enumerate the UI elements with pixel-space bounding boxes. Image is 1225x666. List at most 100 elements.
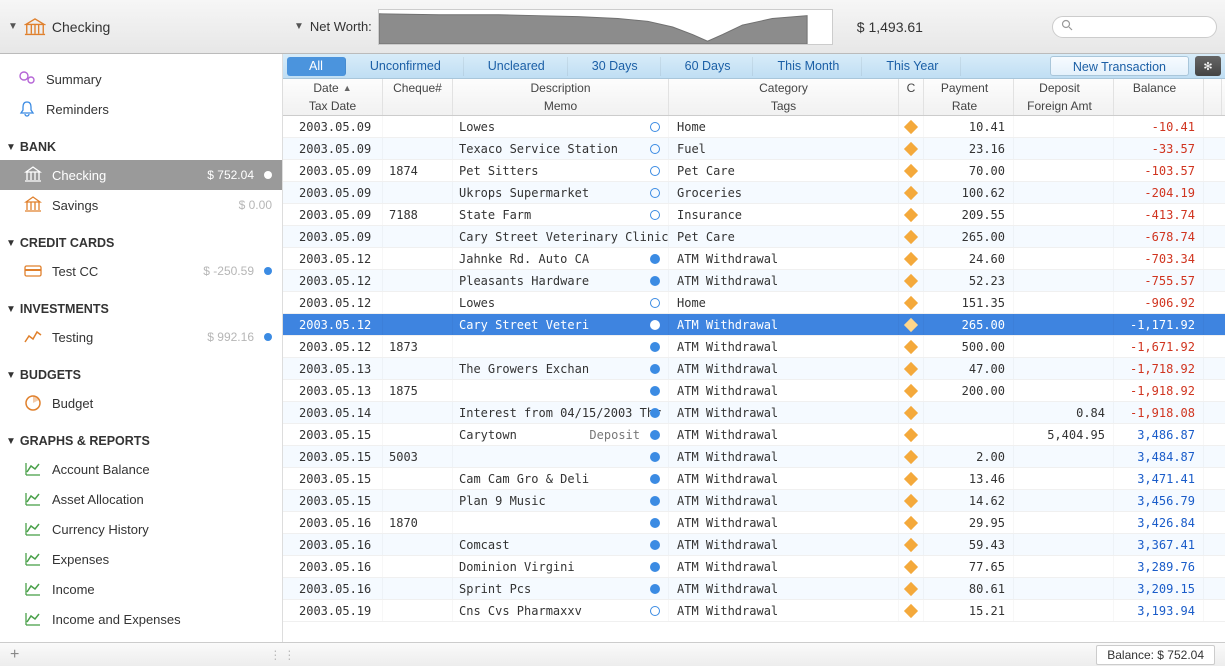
sidebar-item-checking[interactable]: Checking$ 752.04	[0, 160, 282, 190]
filter-30days[interactable]: 30 Days	[570, 57, 661, 76]
sidebar-item-testing[interactable]: Testing$ 992.16	[0, 322, 282, 352]
transaction-row[interactable]: 2003.05.12Cary Street VeteriATM Withdraw…	[283, 314, 1225, 336]
transaction-row[interactable]: 2003.05.12Pleasants HardwareATM Withdraw…	[283, 270, 1225, 292]
transaction-row[interactable]: 2003.05.161870ATM Withdrawal29.953,426.8…	[283, 512, 1225, 534]
summary-icon	[18, 70, 36, 88]
transaction-row[interactable]: 2003.05.19Cns Cvs PharmaxxvATM Withdrawa…	[283, 600, 1225, 622]
settings-button[interactable]: ✻	[1195, 56, 1221, 76]
transaction-description: Sprint Pcs	[459, 582, 531, 596]
transaction-list[interactable]: 2003.05.09LowesHome10.41-10.412003.05.09…	[283, 116, 1225, 642]
sidebar-item-net-worth[interactable]: Net Worth	[0, 634, 282, 642]
transaction-row[interactable]: 2003.05.155003ATM Withdrawal2.003,484.87	[283, 446, 1225, 468]
transaction-balance: 3,193.94	[1137, 604, 1195, 618]
cleared-diamond-icon	[904, 339, 918, 353]
sidebar-group-bank[interactable]: ▼BANK	[0, 134, 282, 160]
header-memo[interactable]: Memo	[453, 97, 669, 115]
transaction-row[interactable]: 2003.05.12LowesHome151.35-906.92	[283, 292, 1225, 314]
chevron-down-icon[interactable]: ▼	[294, 21, 304, 32]
sidebar-item-test-cc[interactable]: Test CC$ -250.59	[0, 256, 282, 286]
sidebar-item-label: Summary	[46, 72, 272, 87]
new-transaction-button[interactable]: New Transaction	[1050, 56, 1189, 76]
sidebar-item-savings[interactable]: Savings$ 0.00	[0, 190, 282, 220]
account-icon	[24, 490, 42, 508]
account-name: Checking	[52, 19, 110, 35]
transaction-row[interactable]: 2003.05.16ComcastATM Withdrawal59.433,36…	[283, 534, 1225, 556]
filter-all[interactable]: All	[287, 57, 346, 76]
transaction-row[interactable]: 2003.05.13The Growers ExchanATM Withdraw…	[283, 358, 1225, 380]
sidebar-group-budgets[interactable]: ▼BUDGETS	[0, 362, 282, 388]
sidebar-group-reports[interactable]: ▼GRAPHS & REPORTS	[0, 428, 282, 454]
transaction-row[interactable]: 2003.05.09Texaco Service StationFuel23.1…	[283, 138, 1225, 160]
transaction-row[interactable]: 2003.05.15Cam Cam Gro & DeliATM Withdraw…	[283, 468, 1225, 490]
sidebar-item-income-and-expenses[interactable]: Income and Expenses	[0, 604, 282, 634]
sidebar-item-reminders[interactable]: Reminders	[0, 94, 282, 124]
header-payment[interactable]: Payment	[924, 79, 1014, 97]
status-circle-icon	[650, 584, 660, 594]
transaction-row[interactable]: 2003.05.14Interest from 04/15/2003 ThrAT…	[283, 402, 1225, 424]
header-cleared[interactable]: C	[899, 79, 924, 97]
header-rate[interactable]: Rate	[924, 97, 1014, 115]
cleared-diamond-icon	[904, 559, 918, 573]
sidebar-group-credit[interactable]: ▼CREDIT CARDS	[0, 230, 282, 256]
header-tags[interactable]: Tags	[669, 97, 899, 115]
filter-uncleared[interactable]: Uncleared	[466, 57, 568, 76]
sidebar-item-currency-history[interactable]: Currency History	[0, 514, 282, 544]
transaction-row[interactable]: 2003.05.091874Pet SittersPet Care70.00-1…	[283, 160, 1225, 182]
transaction-description: Plan 9 Music	[459, 494, 546, 508]
cleared-diamond-icon	[904, 273, 918, 287]
disclosure-triangle-icon: ▼	[6, 436, 16, 447]
cleared-diamond-icon	[904, 163, 918, 177]
transaction-row[interactable]: 2003.05.09Ukrops SupermarketGroceries100…	[283, 182, 1225, 204]
add-button[interactable]: +	[10, 646, 19, 664]
transaction-row[interactable]: 2003.05.12Jahnke Rd. Auto CAATM Withdraw…	[283, 248, 1225, 270]
filter-unconfirmed[interactable]: Unconfirmed	[348, 57, 464, 76]
transaction-row[interactable]: 2003.05.09Cary Street Veterinary ClinicP…	[283, 226, 1225, 248]
sidebar-item-expenses[interactable]: Expenses	[0, 544, 282, 574]
cleared-diamond-icon	[904, 581, 918, 595]
filter-this-month[interactable]: This Month	[755, 57, 862, 76]
sidebar-item-asset-allocation[interactable]: Asset Allocation	[0, 484, 282, 514]
transaction-description: Cary Street Veterinary Clinic	[459, 230, 669, 244]
header-foreign[interactable]: Foreign Amt	[1014, 97, 1114, 115]
transaction-row[interactable]: 2003.05.15CarytownDepositATM Withdrawal5…	[283, 424, 1225, 446]
sidebar-item-summary[interactable]: Summary	[0, 64, 282, 94]
sidebar-item-account-balance[interactable]: Account Balance	[0, 454, 282, 484]
status-circle-icon	[650, 188, 660, 198]
sidebar-item-amount: $ -250.59	[203, 264, 254, 278]
header-category[interactable]: Category	[669, 79, 899, 97]
cleared-diamond-icon	[904, 185, 918, 199]
sidebar-item-budget[interactable]: Budget	[0, 388, 282, 418]
header-taxdate[interactable]: Tax Date	[283, 97, 383, 115]
search-input[interactable]	[1079, 20, 1208, 34]
search-field[interactable]	[1052, 16, 1217, 38]
account-icon	[24, 610, 42, 628]
net-worth-sparkline[interactable]	[378, 9, 833, 45]
sidebar: Summary Reminders ▼BANK Checking$ 752.04…	[0, 54, 283, 642]
transaction-row[interactable]: 2003.05.09LowesHome10.41-10.41	[283, 116, 1225, 138]
disclosure-triangle-icon: ▼	[6, 370, 16, 381]
account-icon	[24, 550, 42, 568]
filter-bar: All Unconfirmed Uncleared 30 Days 60 Day…	[283, 54, 1225, 79]
sidebar-item-amount: $ 752.04	[207, 168, 254, 182]
sidebar-resize-handle[interactable]: ⋮⋮	[269, 648, 297, 662]
transaction-row[interactable]: 2003.05.131875ATM Withdrawal200.00-1,918…	[283, 380, 1225, 402]
header-date[interactable]: Date▲	[283, 79, 383, 97]
sidebar-item-income[interactable]: Income	[0, 574, 282, 604]
transaction-description: The Growers Exchan	[459, 362, 589, 376]
transaction-row[interactable]: 2003.05.097188State FarmInsurance209.55-…	[283, 204, 1225, 226]
cleared-diamond-icon	[904, 383, 918, 397]
transaction-row[interactable]: 2003.05.16Dominion VirginiATM Withdrawal…	[283, 556, 1225, 578]
account-selector[interactable]: ▼ Checking	[8, 18, 288, 36]
sidebar-group-investments[interactable]: ▼INVESTMENTS	[0, 296, 282, 322]
transaction-row[interactable]: 2003.05.16Sprint PcsATM Withdrawal80.613…	[283, 578, 1225, 600]
cleared-diamond-icon	[904, 427, 918, 441]
filter-this-year[interactable]: This Year	[864, 57, 961, 76]
header-description[interactable]: Description	[453, 79, 669, 97]
header-balance[interactable]: Balance	[1114, 79, 1204, 97]
header-deposit[interactable]: Deposit	[1014, 79, 1114, 97]
transaction-balance: -103.57	[1144, 164, 1195, 178]
filter-60days[interactable]: 60 Days	[663, 57, 754, 76]
transaction-row[interactable]: 2003.05.15Plan 9 MusicATM Withdrawal14.6…	[283, 490, 1225, 512]
header-cheque[interactable]: Cheque#	[383, 79, 453, 97]
transaction-row[interactable]: 2003.05.121873ATM Withdrawal500.00-1,671…	[283, 336, 1225, 358]
